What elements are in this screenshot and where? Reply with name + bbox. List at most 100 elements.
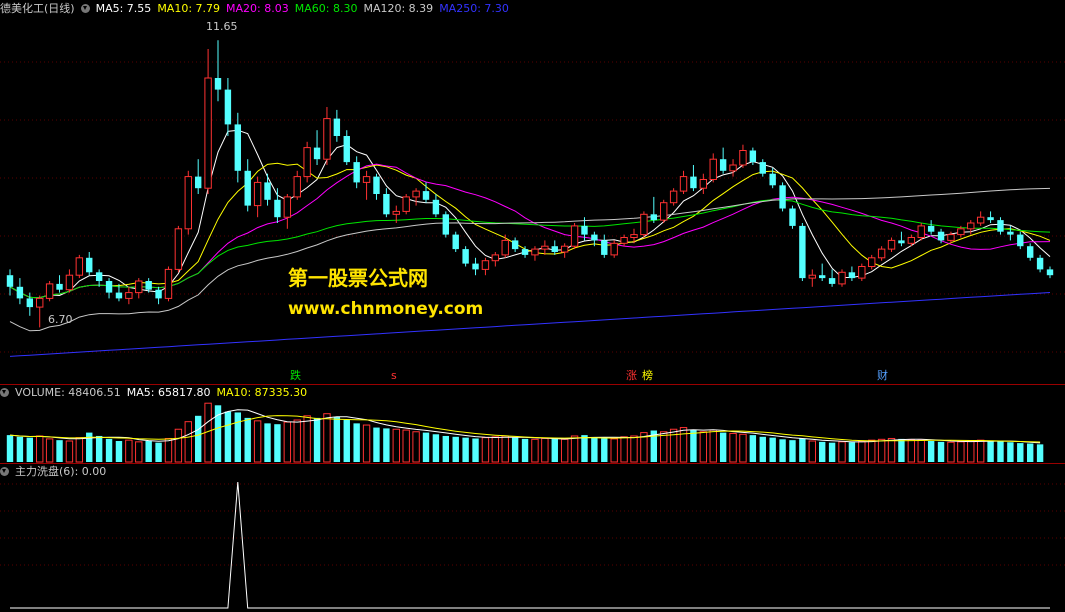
volume-bar <box>699 431 708 463</box>
candle-body <box>135 280 143 294</box>
volume-bar <box>313 417 321 462</box>
volume-bar <box>56 440 63 462</box>
volume-bar <box>511 437 519 462</box>
volume-bar <box>274 424 281 462</box>
indicator-value: : 0.00 <box>74 465 107 478</box>
candle-body <box>36 297 44 308</box>
volume-ma5-legend: MA5: 65817.80 <box>126 386 211 399</box>
candle-body <box>947 234 955 241</box>
volume-ma5-line <box>9 409 1041 444</box>
volume-bar <box>75 437 84 463</box>
volume-bar <box>660 431 668 463</box>
candle-body <box>511 240 519 250</box>
candle-body <box>1036 257 1044 270</box>
volume-bar <box>769 437 776 462</box>
volume-bar <box>868 439 876 463</box>
candle-body <box>521 249 529 255</box>
candle-body <box>353 162 360 183</box>
dropdown-icon[interactable] <box>0 388 9 397</box>
volume-bar <box>907 439 916 463</box>
ma250-line <box>9 292 1051 357</box>
candle-body <box>383 194 390 215</box>
volume-bar <box>887 437 896 463</box>
candle-body <box>699 179 708 189</box>
candle-body <box>164 268 173 299</box>
ma10-legend: MA10: 7.79 <box>157 2 221 15</box>
candle-body <box>818 275 826 279</box>
candle-body <box>967 222 975 230</box>
candle-body <box>115 292 123 299</box>
volume-bar <box>521 438 529 462</box>
main-header: 德美化工(日线) MA5: 7.55 MA10: 7.79 MA20: 8.03 MA6… <box>0 2 515 16</box>
volume-bar <box>472 438 479 462</box>
candle-body <box>1046 269 1054 276</box>
candle-body <box>323 118 331 160</box>
volume-bar <box>937 441 945 462</box>
candle-body <box>204 77 212 189</box>
volume-bar <box>383 428 390 462</box>
watermark-title: 第一股票公式网 <box>288 266 428 290</box>
volume-bar <box>253 420 262 463</box>
candle-body <box>789 208 796 226</box>
volume-bar <box>174 428 183 463</box>
candle-body <box>581 225 588 235</box>
candle-body <box>402 196 410 212</box>
volume-bar <box>224 411 232 462</box>
volume-bar <box>135 441 143 463</box>
volume-bar <box>402 429 410 463</box>
volume-bar <box>808 440 816 463</box>
candle-body <box>174 228 183 270</box>
candle-body <box>848 272 856 279</box>
candle-body <box>26 298 34 308</box>
candle-body <box>739 150 747 166</box>
volume-bar <box>452 436 459 462</box>
candle-body <box>679 176 688 192</box>
candle-body <box>501 239 509 256</box>
volume-bar <box>719 432 727 462</box>
volume-bar <box>531 438 539 463</box>
volume-header: VOLUME: 48406.51 MA5: 65817.80 MA10: 87335… <box>0 386 313 400</box>
volume-bar <box>828 442 836 462</box>
marker-s: s <box>391 369 397 382</box>
candle-body <box>75 257 84 276</box>
candle-body <box>472 263 479 270</box>
candle-body <box>987 217 994 221</box>
candle-body <box>86 257 93 273</box>
volume-bar <box>6 435 14 462</box>
dropdown-icon[interactable] <box>0 467 9 476</box>
ma20-legend: MA20: 8.03 <box>226 2 289 15</box>
candle-body <box>719 159 727 171</box>
candle-body <box>610 242 618 256</box>
candle-body <box>927 225 935 232</box>
volume-bar <box>501 435 509 463</box>
candle-body <box>858 266 866 279</box>
marker-die: 跌 <box>290 369 301 382</box>
candle-body <box>313 147 321 160</box>
ma250-legend: MA250: 7.30 <box>439 2 509 15</box>
volume-bar <box>95 435 103 462</box>
candle-body <box>868 257 876 267</box>
candle-body <box>1007 231 1014 235</box>
candle-body <box>224 89 232 125</box>
volume-bar <box>36 435 44 463</box>
indicator-chart <box>0 481 1065 609</box>
dropdown-icon[interactable] <box>80 4 90 13</box>
candle-body <box>462 249 469 264</box>
ma120-legend: MA120: 8.39 <box>363 2 434 15</box>
volume-bar <box>917 439 925 463</box>
volume-bar <box>749 435 757 462</box>
stock-title: 德美化工(日线) <box>0 2 75 15</box>
candle-body <box>799 225 806 279</box>
volume-bar <box>976 439 985 463</box>
candle-body <box>887 239 896 250</box>
candle-body <box>373 176 380 194</box>
volume-bar <box>591 437 598 462</box>
candle-body <box>957 228 965 236</box>
candle-body <box>442 214 450 235</box>
volume-bar <box>927 441 935 462</box>
marker-zhang: 涨 <box>626 369 637 382</box>
candle-body <box>392 210 400 215</box>
candle-body <box>601 240 608 255</box>
candle-body <box>551 246 558 252</box>
volume-bar <box>570 435 579 463</box>
